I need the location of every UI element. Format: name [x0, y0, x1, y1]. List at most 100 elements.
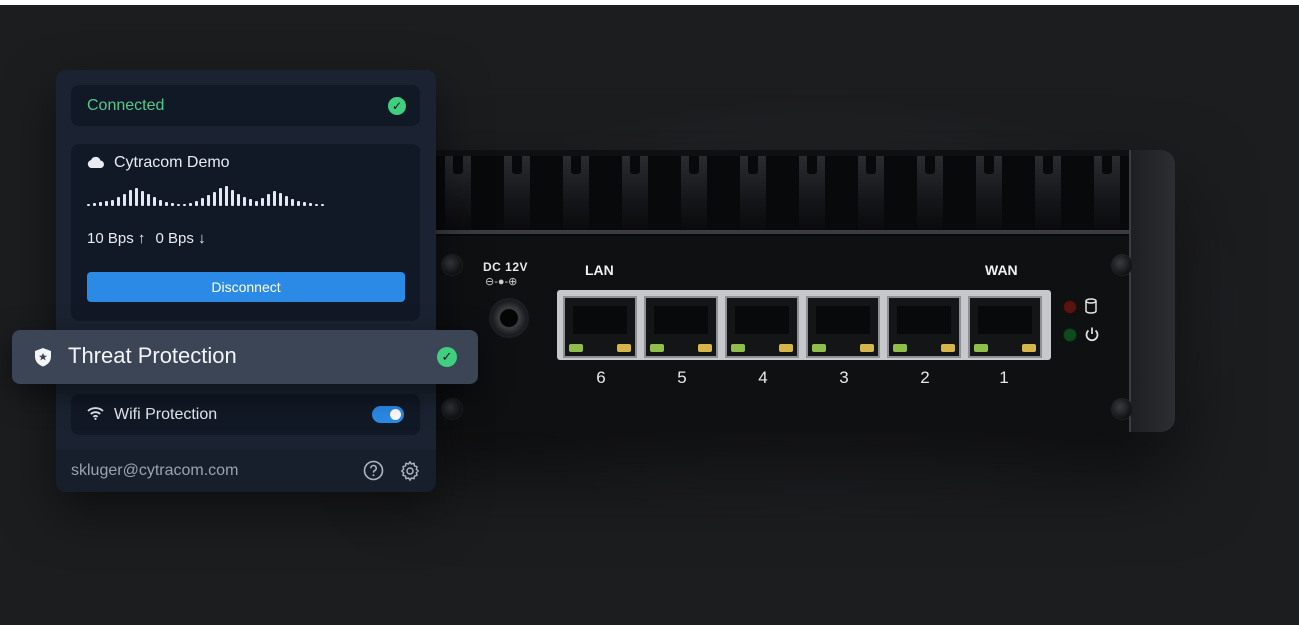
waveform-bar: [183, 204, 186, 206]
waveform-bar: [309, 203, 312, 206]
waveform-bar: [171, 203, 174, 206]
status-led-red: [1063, 300, 1077, 314]
wifi-protection-toggle[interactable]: [372, 406, 404, 423]
heatsink-fin: [976, 156, 1002, 232]
threat-protection-label: Threat Protection: [68, 343, 237, 368]
traffic-waveform: [87, 184, 407, 206]
waveform-bar: [261, 198, 264, 206]
check-circle-icon: ✓: [388, 97, 406, 115]
power-icon: [1085, 327, 1099, 342]
download-speed: 0 Bps: [155, 230, 194, 247]
threat-protection-row[interactable]: Threat Protection ✓: [12, 330, 478, 384]
ethernet-port-5: [644, 296, 718, 358]
screw-bottom-left: [441, 398, 463, 420]
waveform-bar: [237, 194, 240, 206]
wifi-icon: [87, 407, 104, 420]
top-edge-strip: [0, 0, 1299, 5]
heatsink-fin: [917, 156, 943, 232]
power-label: DC 12V: [483, 260, 529, 274]
waveform-bar: [267, 194, 270, 206]
heatsink-fin: [1035, 156, 1061, 232]
ethernet-port-1: [968, 296, 1042, 358]
ethernet-port-4: [725, 296, 799, 358]
waveform-bar: [111, 200, 114, 206]
vpn-panel: Connected ✓ Cytracom Demo 10 Bps ↑ 0 Bps…: [56, 70, 436, 492]
device-side-frame: [1129, 150, 1175, 432]
network-name: Cytracom Demo: [114, 154, 230, 171]
waveform-bar: [231, 190, 234, 206]
power-polarity-symbol: ⊖-●-⊕: [485, 276, 518, 288]
waveform-bar: [279, 193, 282, 206]
waveform-bar: [93, 203, 96, 206]
screw-top-right: [1111, 254, 1133, 276]
waveform-bar: [189, 203, 192, 206]
shield-icon: [35, 348, 51, 367]
upload-speed: 10 Bps: [87, 230, 134, 247]
waveform-bar: [249, 199, 252, 206]
arrow-up-icon: ↑: [137, 230, 146, 247]
waveform-bar: [141, 191, 144, 206]
toggle-knob: [390, 409, 401, 420]
heatsink: [435, 156, 1155, 236]
heatsink-fin: [622, 156, 648, 232]
waveform-bar: [87, 204, 90, 206]
account-email: skluger@cytracom.com: [71, 462, 239, 479]
device-rim: [435, 230, 1155, 234]
waveform-bar: [291, 199, 294, 206]
port-number: 6: [596, 368, 606, 387]
waveform-bar: [195, 201, 198, 206]
router-device: DC 12V ⊖-●-⊕ LAN WAN 6 5 4 3 2 1: [405, 150, 1175, 432]
heatsink-fin: [445, 156, 471, 232]
waveform-bar: [105, 201, 108, 206]
screw-bottom-right: [1111, 398, 1133, 420]
check-circle-icon: ✓: [437, 347, 457, 367]
status-led-green: [1063, 328, 1077, 342]
waveform-bar: [129, 190, 132, 206]
waveform-bar: [99, 202, 102, 206]
waveform-bar: [123, 194, 126, 206]
arrow-down-icon: ↓: [198, 230, 206, 247]
network-card: Cytracom Demo 10 Bps ↑ 0 Bps ↓ Disconnec…: [71, 144, 420, 321]
waveform-bar: [243, 197, 246, 206]
ethernet-port-block: [557, 290, 1051, 360]
wan-label: WAN: [985, 262, 1018, 278]
heatsink-fin: [681, 156, 707, 232]
waveform-bar: [303, 202, 306, 206]
waveform-bar: [297, 201, 300, 206]
wifi-protection-label: Wifi Protection: [114, 406, 218, 423]
heatsink-fin: [858, 156, 884, 232]
power-jack: [489, 298, 529, 338]
waveform-bar: [207, 195, 210, 206]
waveform-bar: [153, 197, 156, 206]
waveform-bar: [285, 196, 288, 206]
waveform-bar: [225, 186, 228, 206]
port-number: 1: [999, 368, 1009, 387]
connection-status-card: Connected ✓: [71, 85, 420, 126]
waveform-bar: [273, 191, 276, 206]
port-number: 3: [839, 368, 849, 387]
port-number: 2: [920, 368, 930, 387]
ethernet-port-6: [563, 296, 637, 358]
waveform-bar: [315, 204, 318, 206]
cloud-icon: [87, 156, 104, 168]
port-number: 5: [677, 368, 687, 387]
waveform-bar: [213, 192, 216, 206]
heatsink-fin: [1094, 156, 1120, 232]
waveform-bar: [219, 188, 222, 206]
disconnect-button[interactable]: Disconnect: [87, 272, 405, 302]
database-icon: [1085, 298, 1097, 314]
ethernet-port-2: [887, 296, 961, 358]
gear-icon[interactable]: [399, 460, 421, 482]
heatsink-fin: [799, 156, 825, 232]
speed-readout: 10 Bps ↑ 0 Bps ↓: [87, 230, 206, 247]
waveform-bar: [201, 198, 204, 206]
waveform-bar: [321, 204, 324, 206]
waveform-bar: [165, 202, 168, 206]
waveform-bar: [255, 201, 258, 206]
heatsink-fin: [740, 156, 766, 232]
waveform-bar: [135, 188, 138, 206]
help-circle-icon[interactable]: [363, 460, 384, 481]
port-number: 4: [758, 368, 768, 387]
connection-status-label: Connected: [87, 97, 165, 114]
panel-footer: skluger@cytracom.com: [56, 450, 436, 492]
